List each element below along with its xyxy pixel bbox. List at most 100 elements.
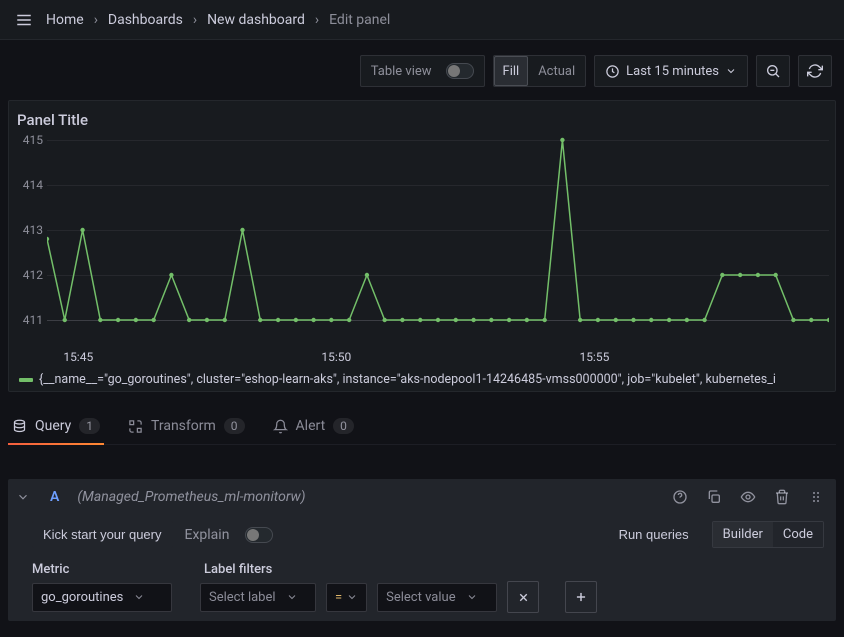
chevron-down-icon	[346, 591, 358, 603]
drag-query-handle[interactable]	[804, 485, 828, 509]
close-icon	[517, 591, 530, 604]
fill-actual-segment: Fill Actual	[493, 55, 587, 87]
help-icon	[672, 489, 688, 505]
drag-handle-icon	[808, 489, 824, 505]
builder-controls-row: go_goroutines Select label = Select valu…	[32, 581, 824, 613]
chevron-down-icon	[725, 65, 737, 77]
label-filters-header: Label filters	[204, 562, 272, 577]
table-view-label: Table view	[371, 64, 432, 79]
time-range-label: Last 15 minutes	[626, 64, 719, 79]
y-axis: 411 412 413 414 415	[15, 135, 47, 350]
builder-code-segment: Builder Code	[712, 521, 824, 548]
transform-icon	[128, 419, 143, 434]
collapse-query-button[interactable]	[16, 490, 32, 504]
kick-start-button[interactable]: Kick start your query	[32, 521, 173, 548]
tab-alert-label: Alert	[296, 418, 326, 434]
plot-area[interactable]	[47, 135, 829, 325]
fill-button[interactable]: Fill	[494, 56, 529, 86]
y-tick-label: 413	[23, 223, 43, 237]
label-name-select[interactable]: Select label	[200, 583, 316, 612]
chevron-down-icon	[16, 490, 30, 504]
query-ref-id[interactable]: A	[42, 489, 67, 505]
query-section-tabs: Query 1 Transform 0 Alert 0	[8, 410, 836, 445]
refresh-icon	[807, 63, 823, 79]
label-operator-select[interactable]: =	[326, 583, 367, 612]
y-tick-label: 415	[23, 133, 43, 147]
table-view-toggle-group: Table view	[360, 55, 485, 87]
y-tick-label: 414	[23, 178, 43, 192]
query-help-button[interactable]	[668, 485, 692, 509]
query-editor: A (Managed_Prometheus_ml-monitorw) Kick …	[8, 479, 836, 621]
tab-transform-count: 0	[224, 418, 245, 434]
label-name-placeholder: Select label	[209, 590, 276, 605]
y-tick-label: 412	[23, 268, 43, 282]
breadcrumb-sep-icon: ›	[90, 12, 102, 28]
delete-query-button[interactable]	[770, 485, 794, 509]
time-range-picker[interactable]: Last 15 minutes	[594, 55, 748, 87]
label-value-placeholder: Select value	[386, 590, 455, 605]
menu-toggle-button[interactable]	[8, 4, 40, 36]
zoom-out-button[interactable]	[756, 55, 790, 87]
toggle-visibility-button[interactable]	[736, 485, 760, 509]
hamburger-icon	[15, 11, 33, 29]
builder-headers-row: Metric Label filters	[32, 562, 824, 577]
breadcrumb-home[interactable]: Home	[44, 8, 86, 32]
actual-button[interactable]: Actual	[528, 56, 585, 86]
tab-query[interactable]: Query 1	[8, 410, 104, 444]
metric-value: go_goroutines	[41, 590, 123, 605]
database-icon	[12, 419, 27, 434]
explain-label: Explain	[185, 527, 230, 543]
eye-icon	[740, 489, 756, 505]
trash-icon	[774, 489, 790, 505]
query-actions-row: Kick start your query Explain Run querie…	[8, 515, 836, 554]
breadcrumb-sep-icon: ›	[189, 12, 201, 28]
explain-switch[interactable]	[245, 527, 273, 543]
plus-icon	[574, 590, 588, 604]
breadcrumb-dashboards[interactable]: Dashboards	[106, 8, 185, 32]
tab-query-count: 1	[79, 418, 100, 434]
refresh-button[interactable]	[798, 55, 832, 87]
copy-icon	[706, 489, 722, 505]
x-tick-label: 15:50	[321, 350, 351, 364]
chevron-down-icon	[286, 591, 298, 603]
top-breadcrumb-bar: Home › Dashboards › New dashboard › Edit…	[0, 0, 844, 40]
tab-alert[interactable]: Alert 0	[269, 410, 358, 444]
tab-alert-count: 0	[333, 418, 354, 434]
operator-value: =	[335, 590, 342, 605]
x-tick-label: 15:45	[63, 350, 93, 364]
chevron-down-icon	[133, 591, 145, 603]
table-view-switch[interactable]	[446, 63, 474, 79]
table-view-label-button[interactable]: Table view	[361, 56, 484, 86]
query-datasource-name: (Managed_Prometheus_ml-monitorw)	[77, 489, 305, 505]
metric-header: Metric	[32, 562, 172, 577]
metric-select[interactable]: go_goroutines	[32, 583, 172, 612]
tab-transform[interactable]: Transform 0	[124, 410, 249, 444]
zoom-out-icon	[765, 63, 781, 79]
explain-toggle[interactable]: Explain	[185, 527, 274, 543]
query-header-row: A (Managed_Prometheus_ml-monitorw)	[8, 479, 836, 515]
breadcrumb-edit-panel: Edit panel	[327, 8, 392, 32]
chart-legend[interactable]: {__name__="go_goroutines", cluster="esho…	[15, 372, 829, 387]
tab-query-label: Query	[35, 418, 71, 434]
label-value-select[interactable]: Select value	[377, 583, 497, 612]
breadcrumb-new-dashboard[interactable]: New dashboard	[205, 8, 307, 32]
x-tick-label: 15:55	[579, 350, 609, 364]
legend-series-label: {__name__="go_goroutines", cluster="esho…	[39, 372, 776, 387]
graph-panel: Panel Title 411412413414415 15:4515:5015…	[8, 100, 836, 392]
x-axis: 15:45 15:50 15:55	[47, 350, 829, 366]
add-label-filter-button[interactable]	[565, 581, 597, 613]
panel-toolbar: Table view Fill Actual Last 15 minutes	[0, 40, 844, 100]
panel-title: Panel Title	[15, 109, 829, 135]
tab-transform-label: Transform	[151, 418, 216, 434]
builder-mode-button[interactable]: Builder	[713, 522, 773, 547]
run-queries-button[interactable]: Run queries	[608, 521, 700, 548]
chart-area[interactable]: 411 412 413 414 415	[15, 135, 829, 350]
legend-swatch-icon	[19, 378, 33, 382]
duplicate-query-button[interactable]	[702, 485, 726, 509]
breadcrumb-sep-icon: ›	[311, 12, 323, 28]
bell-icon	[273, 419, 288, 434]
clock-icon	[605, 64, 620, 79]
remove-label-filter-button[interactable]	[507, 581, 539, 613]
y-tick-label: 411	[23, 313, 43, 327]
code-mode-button[interactable]: Code	[773, 522, 823, 547]
